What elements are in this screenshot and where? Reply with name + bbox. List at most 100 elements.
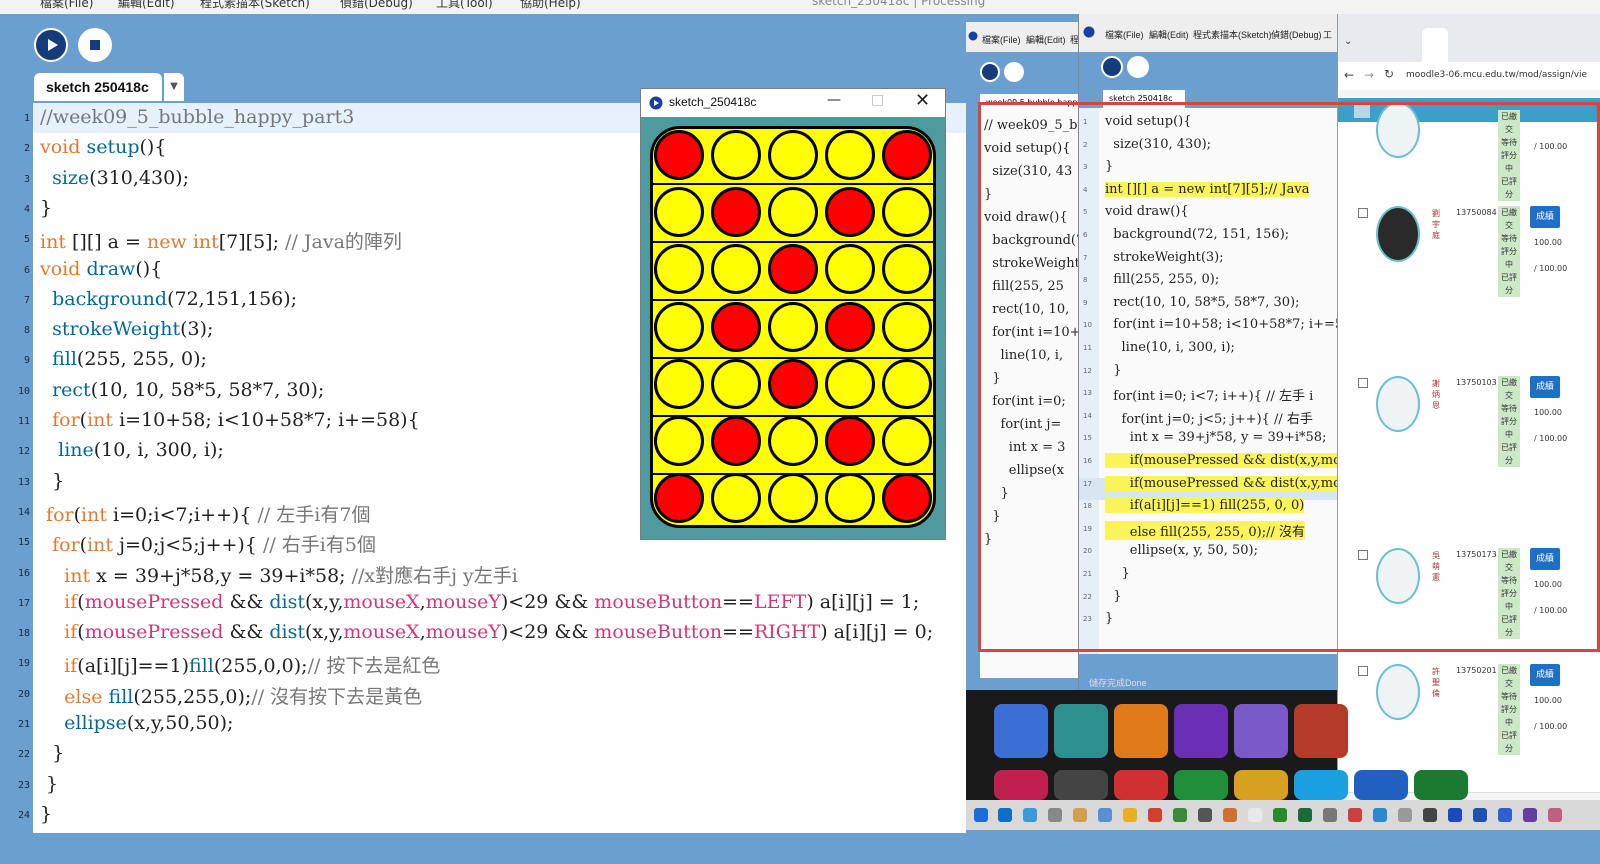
- select-checkbox[interactable]: [1358, 666, 1368, 676]
- taskbar-app-icon[interactable]: [1548, 808, 1562, 822]
- menu-edit[interactable]: 編輯(Edit): [118, 0, 175, 11]
- tab-menu-arrow-icon[interactable]: ▼: [164, 73, 184, 101]
- taskbar-app-icon[interactable]: [1048, 808, 1062, 822]
- taskbar-app-icon[interactable]: [1348, 808, 1362, 822]
- yellow-disc[interactable]: [711, 244, 761, 295]
- taskbar-app-icon[interactable]: [1148, 808, 1162, 822]
- code-line[interactable]: background(72,151,156);: [40, 288, 297, 310]
- yellow-disc[interactable]: [654, 301, 704, 352]
- code-line[interactable]: ellipse(x,y,50,50);: [40, 712, 233, 734]
- address-bar[interactable]: ← → ↻ moodle3-06.mcu.edu.tw/mod/assign/v…: [1338, 62, 1600, 90]
- close-icon[interactable]: ✕: [915, 90, 930, 111]
- menu-help[interactable]: 協助(Help): [520, 0, 581, 11]
- code-line[interactable]: }: [40, 470, 64, 492]
- menu-file[interactable]: 檔案(File): [40, 0, 93, 11]
- taskbar-app-icon[interactable]: [1098, 808, 1112, 822]
- red-disc[interactable]: [711, 416, 761, 466]
- yellow-disc[interactable]: [882, 244, 932, 295]
- app-thumbnail[interactable]: [1114, 704, 1168, 758]
- grade-button[interactable]: 成績: [1530, 664, 1560, 686]
- code-line[interactable]: else fill(255,255,0);// 沒有按下去是黃色: [40, 682, 422, 709]
- yellow-disc[interactable]: [825, 130, 875, 180]
- url-text[interactable]: moodle3-06.mcu.edu.tw/mod/assign/vie: [1406, 70, 1587, 80]
- red-disc[interactable]: [882, 473, 932, 524]
- yellow-disc[interactable]: [768, 130, 818, 180]
- code-line[interactable]: if(a[i][j]==1)fill(255,0,0);// 按下去是紅色: [40, 651, 440, 678]
- red-disc[interactable]: [768, 244, 818, 295]
- menu-tool[interactable]: 工具(Tool): [436, 0, 493, 11]
- tab-sketch[interactable]: sketch 250418c: [34, 73, 162, 101]
- yellow-disc[interactable]: [825, 473, 875, 524]
- code-line[interactable]: rect(10, 10, 58*5, 58*7, 30);: [40, 379, 324, 401]
- taskbar-app-icon[interactable]: [1248, 808, 1262, 822]
- taskbar-app-icon[interactable]: [1023, 808, 1037, 822]
- code-line[interactable]: }: [40, 803, 52, 825]
- ide3-menu-debug[interactable]: 偵錯(Debug): [1271, 28, 1322, 41]
- run-button[interactable]: [34, 28, 68, 62]
- maximize-icon[interactable]: □: [871, 92, 884, 108]
- app-thumbnail[interactable]: [994, 770, 1048, 800]
- code-line[interactable]: fill(255, 255, 0);: [40, 348, 207, 370]
- yellow-disc[interactable]: [825, 358, 875, 409]
- back-icon[interactable]: ←: [1344, 68, 1354, 82]
- app-thumbnail[interactable]: [1234, 770, 1288, 800]
- score-value[interactable]: 100.00: [1534, 696, 1562, 705]
- minimize-icon[interactable]: —: [827, 92, 841, 108]
- code-line[interactable]: if(mousePressed && dist(x,y,mouseX,mouse…: [40, 621, 933, 643]
- red-disc[interactable]: [825, 301, 875, 352]
- taskbar-app-icon[interactable]: [1423, 808, 1437, 822]
- ide2-stop-button[interactable]: [1004, 62, 1024, 82]
- ide3-run-button[interactable]: [1101, 56, 1123, 78]
- red-disc[interactable]: [711, 187, 761, 238]
- app-thumbnail[interactable]: [1414, 770, 1468, 800]
- app-thumbnail[interactable]: [994, 704, 1048, 758]
- taskbar-app-icon[interactable]: [998, 808, 1012, 822]
- ide3-menu-edit[interactable]: 編輯(Edit): [1149, 28, 1189, 41]
- browser-tabs[interactable]: ⌄: [1338, 14, 1600, 62]
- code-line[interactable]: int [][] a = new int[7][5]; // Java的陣列: [40, 227, 402, 254]
- yellow-disc[interactable]: [882, 358, 932, 409]
- code-line[interactable]: void draw(){: [40, 258, 162, 280]
- taskbar-app-icon[interactable]: [1323, 808, 1337, 822]
- yellow-disc[interactable]: [882, 301, 932, 352]
- ide3-menu-sketch[interactable]: 程式素描本(Sketch): [1193, 28, 1272, 41]
- code-line[interactable]: }: [40, 742, 64, 764]
- ide2-menu-file[interactable]: 檔案(File): [982, 33, 1021, 46]
- yellow-disc[interactable]: [768, 416, 818, 466]
- yellow-disc[interactable]: [654, 187, 704, 238]
- yellow-disc[interactable]: [711, 130, 761, 180]
- red-disc[interactable]: [654, 130, 704, 180]
- menu-debug[interactable]: 偵錯(Debug): [340, 0, 413, 11]
- code-line[interactable]: for(int i=10+58; i<10+58*7; i+=58){: [40, 409, 420, 431]
- red-disc[interactable]: [711, 301, 761, 352]
- app-thumbnail[interactable]: [1054, 770, 1108, 800]
- code-line[interactable]: }: [40, 773, 58, 795]
- app-thumbnail[interactable]: [1234, 704, 1288, 758]
- ide3-menu-tool[interactable]: 工: [1323, 28, 1332, 41]
- taskbar-app-icon[interactable]: [1398, 808, 1412, 822]
- yellow-disc[interactable]: [882, 187, 932, 238]
- taskbar-app-icon[interactable]: [1198, 808, 1212, 822]
- red-disc[interactable]: [882, 130, 932, 180]
- game-board[interactable]: [650, 126, 936, 528]
- yellow-disc[interactable]: [711, 473, 761, 524]
- yellow-disc[interactable]: [654, 244, 704, 295]
- taskbar-app-icon[interactable]: [1273, 808, 1287, 822]
- code-line[interactable]: for(int i=0;i<7;i++){ // 左手i有7個: [40, 500, 370, 527]
- code-line[interactable]: void setup(){: [40, 136, 166, 158]
- reload-icon[interactable]: ↻: [1384, 67, 1394, 81]
- code-line[interactable]: for(int j=0;j<5;j++){ // 右手i有5個: [40, 530, 376, 557]
- taskbar-app-icon[interactable]: [1523, 808, 1537, 822]
- browser-active-tab[interactable]: [1422, 28, 1448, 62]
- code-line[interactable]: int x = 39+j*58,y = 39+i*58; //x對應右手j y左…: [40, 561, 518, 588]
- code-line[interactable]: if(mousePressed && dist(x,y,mouseX,mouse…: [40, 591, 919, 613]
- app-thumbnail[interactable]: [1114, 770, 1168, 800]
- yellow-disc[interactable]: [654, 416, 704, 466]
- avatar[interactable]: [1376, 664, 1420, 720]
- taskbar-app-icon[interactable]: [1498, 808, 1512, 822]
- code-line[interactable]: }: [40, 197, 52, 219]
- taskbar-app-icon[interactable]: [1073, 808, 1087, 822]
- taskbar-app-icon[interactable]: [1123, 808, 1137, 822]
- red-disc[interactable]: [825, 187, 875, 238]
- yellow-disc[interactable]: [768, 473, 818, 524]
